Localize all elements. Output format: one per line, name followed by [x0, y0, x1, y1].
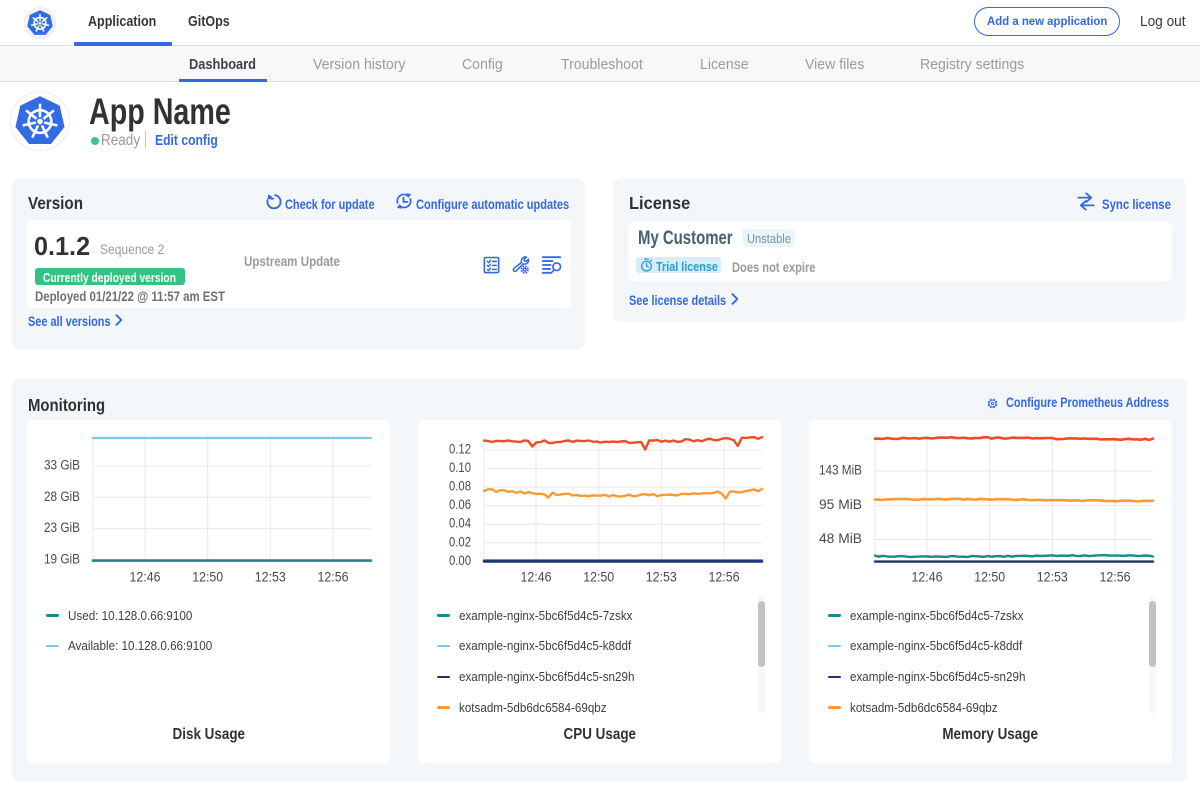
svg-text:0.12: 0.12	[449, 442, 471, 457]
svg-text:95 MiB: 95 MiB	[819, 497, 862, 512]
svg-text:12:46: 12:46	[521, 570, 552, 585]
svg-text:12:50: 12:50	[583, 570, 614, 585]
svg-text:28 GiB: 28 GiB	[44, 489, 80, 504]
svg-text:19 GiB: 19 GiB	[44, 552, 80, 567]
svg-text:33 GiB: 33 GiB	[44, 458, 80, 473]
svg-text:12:50: 12:50	[192, 570, 223, 585]
svg-text:0.02: 0.02	[449, 534, 471, 549]
svg-text:0.00: 0.00	[449, 553, 471, 568]
svg-text:0.08: 0.08	[449, 479, 471, 494]
svg-text:48 MiB: 48 MiB	[819, 531, 862, 546]
svg-text:12:46: 12:46	[912, 570, 943, 585]
svg-text:0.04: 0.04	[449, 516, 471, 531]
svg-text:12:56: 12:56	[709, 570, 740, 585]
svg-text:23 GiB: 23 GiB	[44, 520, 80, 535]
svg-text:12:53: 12:53	[255, 570, 286, 585]
svg-text:143 MiB: 143 MiB	[819, 463, 862, 478]
svg-text:12:46: 12:46	[130, 570, 161, 585]
svg-text:0.10: 0.10	[449, 460, 471, 475]
svg-text:12:53: 12:53	[646, 570, 677, 585]
svg-text:12:56: 12:56	[318, 570, 349, 585]
svg-text:12:50: 12:50	[974, 570, 1005, 585]
svg-text:0.06: 0.06	[449, 497, 471, 512]
svg-text:12:53: 12:53	[1037, 570, 1068, 585]
svg-text:12:56: 12:56	[1100, 570, 1131, 585]
